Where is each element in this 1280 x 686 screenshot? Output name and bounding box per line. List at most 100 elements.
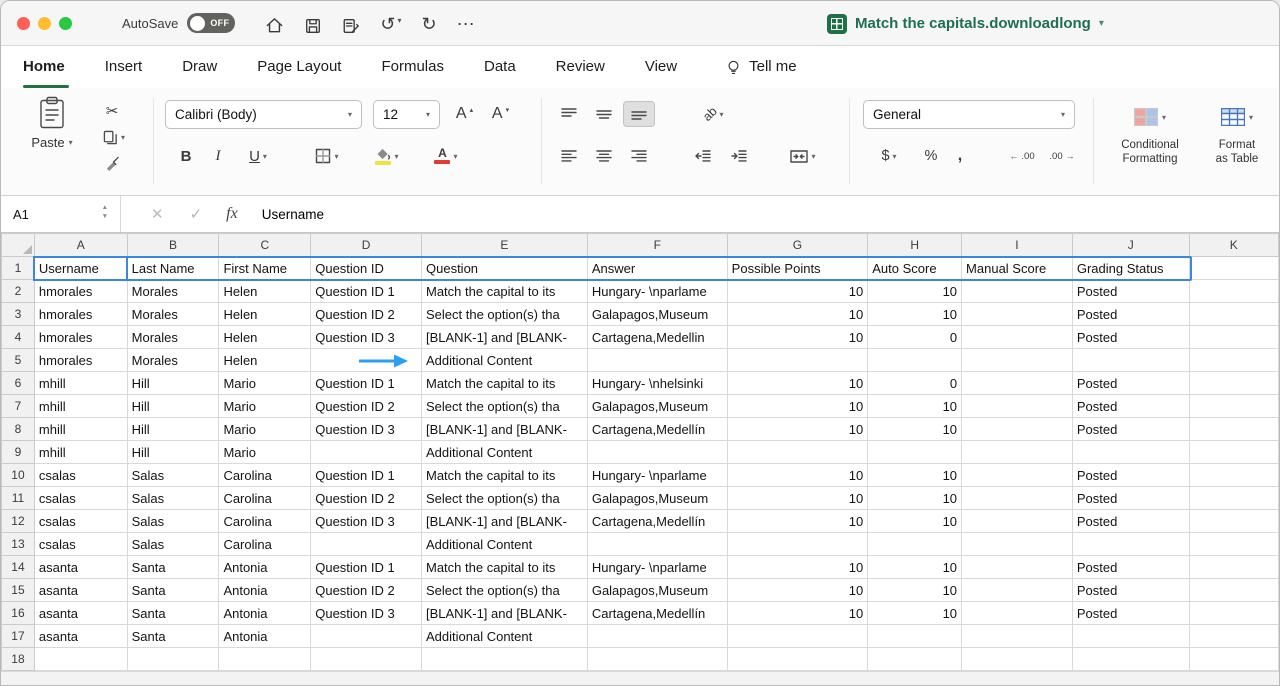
cell-D1[interactable]: Question ID bbox=[311, 257, 422, 280]
cell-E17[interactable]: Additional Content bbox=[422, 625, 588, 648]
cell-I18[interactable] bbox=[962, 648, 1073, 671]
cell-G3[interactable]: 10 bbox=[727, 303, 868, 326]
cell-C9[interactable]: Mario bbox=[219, 441, 311, 464]
align-bottom-button[interactable] bbox=[623, 101, 655, 127]
cell-B5[interactable]: Morales bbox=[127, 349, 219, 372]
increase-indent-button[interactable] bbox=[723, 143, 755, 169]
confirm-entry-button[interactable]: ✓ bbox=[190, 205, 203, 223]
cell-F17[interactable] bbox=[587, 625, 727, 648]
cell-E15[interactable]: Select the option(s) tha bbox=[422, 579, 588, 602]
cell-J6[interactable]: Posted bbox=[1072, 372, 1189, 395]
cell-H9[interactable] bbox=[868, 441, 962, 464]
cell-K7[interactable] bbox=[1189, 395, 1278, 418]
cell-G10[interactable]: 10 bbox=[727, 464, 868, 487]
close-button[interactable] bbox=[17, 17, 30, 30]
cell-J10[interactable]: Posted bbox=[1072, 464, 1189, 487]
cell-I11[interactable] bbox=[962, 487, 1073, 510]
cell-I8[interactable] bbox=[962, 418, 1073, 441]
column-header-H[interactable]: H bbox=[868, 234, 962, 257]
insert-function-button[interactable]: fx bbox=[226, 205, 238, 223]
tab-formulas[interactable]: Formulas bbox=[361, 46, 464, 88]
cell-D17[interactable] bbox=[311, 625, 422, 648]
home-button[interactable] bbox=[265, 11, 284, 35]
conditional-formatting-button[interactable]: ▾ Conditional Formatting bbox=[1103, 96, 1197, 166]
cell-F18[interactable] bbox=[587, 648, 727, 671]
cell-E16[interactable]: [BLANK-1] and [BLANK- bbox=[422, 602, 588, 625]
column-header-G[interactable]: G bbox=[727, 234, 868, 257]
name-box[interactable]: A1 ▲ ▼ bbox=[1, 196, 121, 232]
cell-D5[interactable] bbox=[311, 349, 422, 372]
cell-K12[interactable] bbox=[1189, 510, 1278, 533]
borders-button[interactable]: ▾ bbox=[304, 143, 350, 169]
copy-button[interactable]: ▾ bbox=[97, 124, 131, 150]
cell-G14[interactable]: 10 bbox=[727, 556, 868, 579]
cut-button[interactable]: ✂ bbox=[97, 98, 127, 124]
cell-E3[interactable]: Select the option(s) tha bbox=[422, 303, 588, 326]
cell-J5[interactable] bbox=[1072, 349, 1189, 372]
number-format-select[interactable]: General ▾ bbox=[863, 100, 1075, 129]
column-header-K[interactable]: K bbox=[1189, 234, 1278, 257]
cell-F10[interactable]: Hungary- \nparlame bbox=[587, 464, 727, 487]
format-painter-button[interactable] bbox=[97, 150, 127, 176]
cell-B17[interactable]: Santa bbox=[127, 625, 219, 648]
cell-A16[interactable]: asanta bbox=[34, 602, 127, 625]
save-as-button[interactable] bbox=[342, 11, 360, 35]
cell-G12[interactable]: 10 bbox=[727, 510, 868, 533]
row-header-9[interactable]: 9 bbox=[2, 441, 35, 464]
cell-I2[interactable] bbox=[962, 280, 1073, 303]
align-top-button[interactable] bbox=[553, 101, 585, 127]
cell-E18[interactable] bbox=[422, 648, 588, 671]
fill-color-button[interactable]: ▾ bbox=[363, 143, 411, 169]
cell-H4[interactable]: 0 bbox=[868, 326, 962, 349]
cell-I3[interactable] bbox=[962, 303, 1073, 326]
cell-J17[interactable] bbox=[1072, 625, 1189, 648]
decrease-indent-button[interactable] bbox=[687, 143, 719, 169]
row-header-2[interactable]: 2 bbox=[2, 280, 35, 303]
tab-tell-me[interactable]: Tell me bbox=[697, 46, 817, 88]
increase-font-size-button[interactable]: A▴ bbox=[448, 101, 481, 127]
row-header-3[interactable]: 3 bbox=[2, 303, 35, 326]
cell-C15[interactable]: Antonia bbox=[219, 579, 311, 602]
cell-K18[interactable] bbox=[1189, 648, 1278, 671]
cell-H10[interactable]: 10 bbox=[868, 464, 962, 487]
align-left-button[interactable] bbox=[553, 143, 585, 169]
column-header-D[interactable]: D bbox=[311, 234, 422, 257]
cell-C4[interactable]: Helen bbox=[219, 326, 311, 349]
row-header-18[interactable]: 18 bbox=[2, 648, 35, 671]
cell-E5[interactable]: Additional Content bbox=[422, 349, 588, 372]
cell-G1[interactable]: Possible Points bbox=[727, 257, 868, 280]
align-center-button[interactable] bbox=[588, 143, 620, 169]
cell-F2[interactable]: Hungary- \nparlame bbox=[587, 280, 727, 303]
cell-D6[interactable]: Question ID 1 bbox=[311, 372, 422, 395]
cell-C3[interactable]: Helen bbox=[219, 303, 311, 326]
format-as-table-button[interactable]: ▾ Format as Table bbox=[1201, 96, 1273, 166]
cell-H6[interactable]: 0 bbox=[868, 372, 962, 395]
cell-C10[interactable]: Carolina bbox=[219, 464, 311, 487]
cell-D8[interactable]: Question ID 3 bbox=[311, 418, 422, 441]
cell-C11[interactable]: Carolina bbox=[219, 487, 311, 510]
cell-B6[interactable]: Hill bbox=[127, 372, 219, 395]
merge-center-button[interactable]: ▾ bbox=[777, 143, 829, 169]
cell-J15[interactable]: Posted bbox=[1072, 579, 1189, 602]
cell-F11[interactable]: Galapagos,Museum bbox=[587, 487, 727, 510]
row-header-11[interactable]: 11 bbox=[2, 487, 35, 510]
column-header-B[interactable]: B bbox=[127, 234, 219, 257]
cell-J14[interactable]: Posted bbox=[1072, 556, 1189, 579]
name-box-stepper[interactable]: ▲ ▼ bbox=[102, 203, 108, 221]
cell-D15[interactable]: Question ID 2 bbox=[311, 579, 422, 602]
row-header-4[interactable]: 4 bbox=[2, 326, 35, 349]
cell-A8[interactable]: mhill bbox=[34, 418, 127, 441]
align-middle-button[interactable] bbox=[588, 101, 620, 127]
row-header-13[interactable]: 13 bbox=[2, 533, 35, 556]
column-header-J[interactable]: J bbox=[1072, 234, 1189, 257]
cell-G17[interactable] bbox=[727, 625, 868, 648]
cell-H13[interactable] bbox=[868, 533, 962, 556]
cell-C7[interactable]: Mario bbox=[219, 395, 311, 418]
cell-A18[interactable] bbox=[34, 648, 127, 671]
tab-draw[interactable]: Draw bbox=[162, 46, 237, 88]
cell-I10[interactable] bbox=[962, 464, 1073, 487]
cell-A1[interactable]: Username bbox=[34, 257, 127, 280]
cell-E14[interactable]: Match the capital to its bbox=[422, 556, 588, 579]
cell-J16[interactable]: Posted bbox=[1072, 602, 1189, 625]
cell-C18[interactable] bbox=[219, 648, 311, 671]
